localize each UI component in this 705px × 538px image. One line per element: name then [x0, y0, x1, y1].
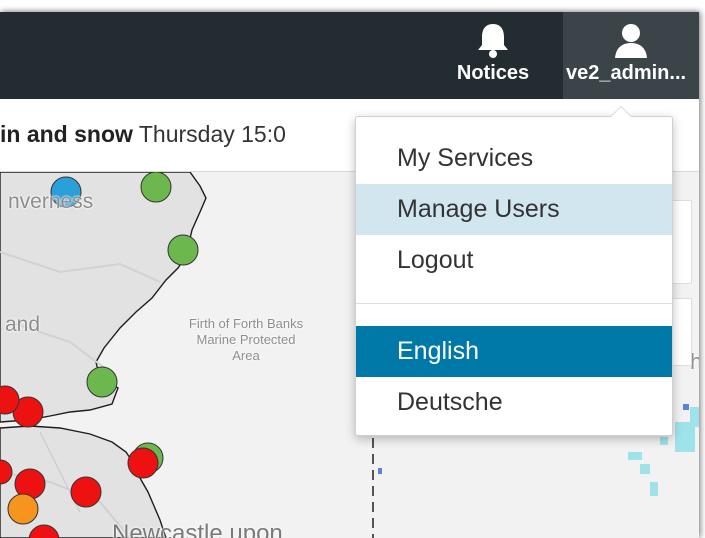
menu-divider [356, 303, 672, 304]
top-navbar: Notices ve2_admin... [0, 12, 699, 99]
user-dropdown-menu: My Services Manage Users Logout English … [355, 106, 673, 436]
forecast-text: in and snow Thursday 15:0 [0, 121, 286, 148]
forecast-bold: in and snow [0, 121, 133, 147]
map-label-newcastle: Newcastle upon [112, 520, 283, 538]
map-label-forth-line1: Firth of Forth Banks [188, 316, 304, 331]
map-label-forth: Firth of Forth Banks Marine Protected Ar… [158, 316, 334, 364]
map-label-inverness: nverness [8, 190, 94, 213]
user-icon [611, 20, 651, 65]
map-label-land: and [5, 313, 41, 336]
user-menu-button[interactable]: ve2_admin... [563, 12, 699, 99]
map-label-forth-line3: Area [232, 348, 260, 363]
user-label: ve2_admin... [566, 62, 687, 84]
notices-label: Notices [456, 62, 530, 84]
dropdown-arrow [610, 106, 632, 117]
menu-item-my-services[interactable]: My Services [356, 133, 672, 184]
notices-button[interactable]: Notices [446, 12, 540, 99]
forecast-time: Thursday 15:0 [132, 121, 286, 147]
app-window: Notices ve2_admin... in and snow Thursda… [0, 12, 699, 538]
menu-item-language-english[interactable]: English [356, 326, 672, 377]
map-label-forth-line2: Marine Protected [196, 332, 296, 347]
menu-item-logout[interactable]: Logout [356, 235, 672, 286]
bell-icon [473, 20, 513, 65]
menu-item-manage-users[interactable]: Manage Users [356, 184, 672, 235]
menu-item-language-deutsche[interactable]: Deutsche [356, 377, 672, 428]
